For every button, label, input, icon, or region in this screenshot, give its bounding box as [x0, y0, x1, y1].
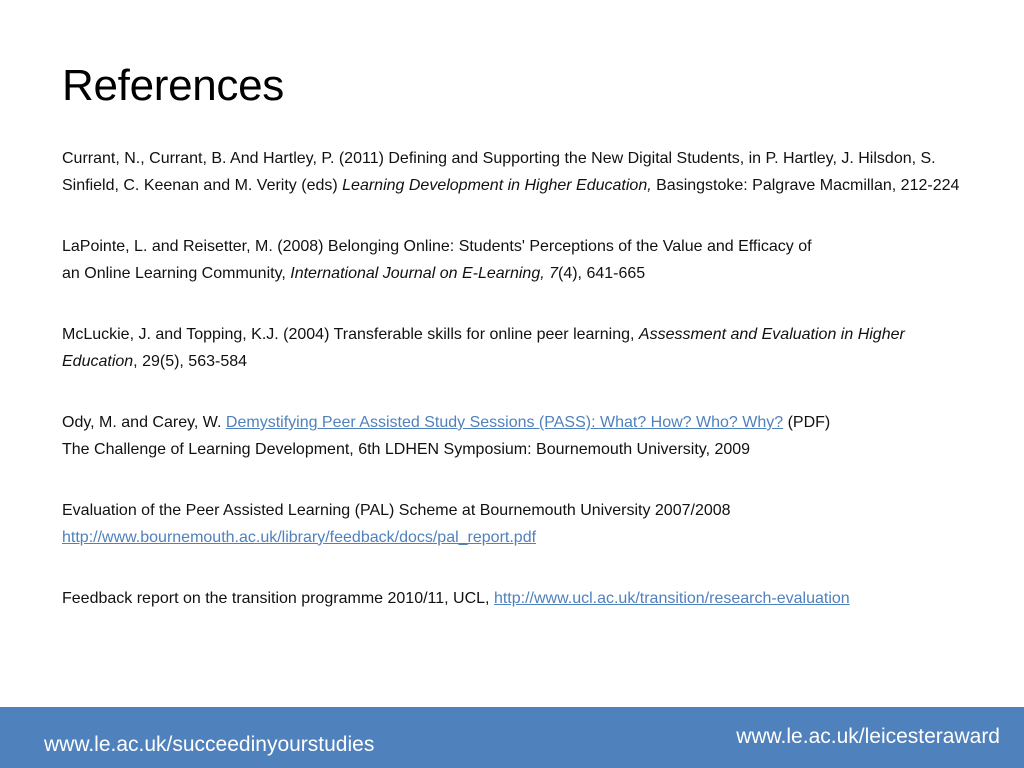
reference-text: an Online Learning Community,	[62, 264, 291, 282]
reference-text: McLuckie, J. and Topping, K.J. (2004) Tr…	[62, 326, 639, 343]
pal-report-link[interactable]: http://www.bournemouth.ac.uk/library/fee…	[62, 529, 536, 546]
reference-text: , 29(5), 563-584	[133, 352, 248, 370]
reference-source-title: Learning Development in Higher Education…	[342, 176, 652, 194]
slide-title: References	[62, 61, 285, 110]
reference-currant: Currant, N., Currant, B. And Hartley, P.…	[62, 146, 962, 199]
reference-text: Feedback report on the transition progra…	[62, 590, 494, 607]
reference-ody: Ody, M. and Carey, W. Demystifying Peer …	[62, 410, 962, 463]
pass-pdf-link[interactable]: Demystifying Peer Assisted Study Session…	[226, 414, 783, 431]
reference-text: (PDF)	[783, 414, 831, 431]
reference-bournemouth: Evaluation of the Peer Assisted Learning…	[62, 498, 962, 551]
references-list: Currant, N., Currant, B. And Hartley, P.…	[62, 146, 962, 648]
reference-text: The Challenge of Learning Development, 6…	[62, 440, 751, 458]
ucl-transition-link[interactable]: http://www.ucl.ac.uk/transition/research…	[494, 590, 850, 607]
reference-text: LaPointe, L. and Reisetter, M. (2008) Be…	[62, 238, 812, 255]
succeed-in-your-studies-link[interactable]: www.le.ac.uk/succeedinyourstudies	[44, 732, 374, 758]
reference-mcluckie: McLuckie, J. and Topping, K.J. (2004) Tr…	[62, 322, 962, 375]
reference-ucl: Feedback report on the transition progra…	[62, 586, 962, 613]
reference-text: Ody, M. and Carey, W.	[62, 414, 226, 431]
reference-lapointe: LaPointe, L. and Reisetter, M. (2008) Be…	[62, 234, 962, 287]
reference-text: (4), 641-665	[558, 264, 646, 282]
reference-source-title: International Journal on E-Learning, 7	[290, 264, 558, 282]
reference-text: Basingstoke: Palgrave Macmillan, 212-224	[651, 176, 960, 194]
leicester-award-link[interactable]: www.le.ac.uk/leicesteraward	[736, 724, 1000, 750]
footer-bar: www.le.ac.uk/succeedinyourstudies www.le…	[0, 707, 1024, 768]
reference-text: Evaluation of the Peer Assisted Learning…	[62, 502, 731, 519]
